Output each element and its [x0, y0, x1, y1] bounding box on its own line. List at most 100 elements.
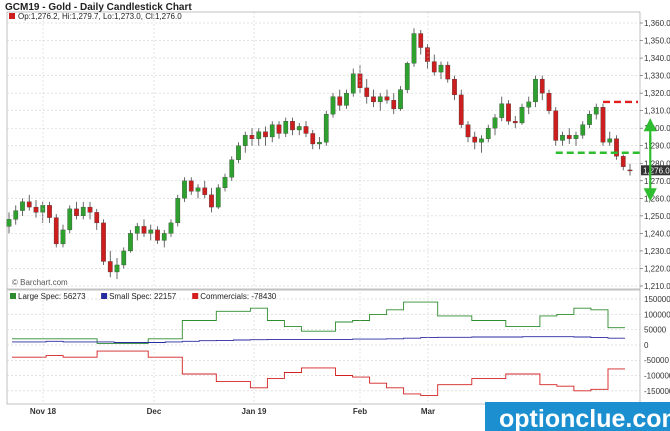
candle-body — [33, 206, 39, 213]
candle-body — [303, 126, 309, 134]
candle-body — [87, 206, 93, 213]
price-tick-label: 1,340.0 — [644, 54, 670, 63]
date-tick-label: Mar — [421, 407, 435, 416]
candle-body — [107, 261, 113, 273]
candle-body — [472, 136, 478, 143]
candle-body — [195, 187, 201, 192]
candle-body — [560, 135, 565, 141]
candle-body — [209, 194, 214, 208]
candle-body — [317, 142, 322, 145]
candle-body — [337, 96, 343, 106]
cot-legend-label: Commercials: -78430 — [200, 292, 277, 301]
price-tick-label: 1,210.0 — [644, 282, 670, 291]
candle-body — [330, 96, 336, 115]
ohlc-legend-swatch — [9, 13, 15, 19]
credit-label: © Barchart.com — [12, 278, 68, 287]
date-tick-label: Dec — [147, 407, 162, 416]
cot-tick-label: 0 — [644, 341, 649, 350]
candle-body — [485, 128, 491, 139]
candle-body — [526, 101, 532, 108]
cot-tick-label: -100000 — [644, 372, 670, 381]
cot-legend-label: Large Spec: 56273 — [18, 292, 86, 301]
candle-body — [202, 187, 208, 195]
candle-body — [13, 210, 19, 220]
candle-body — [67, 208, 73, 231]
candle-body — [627, 169, 633, 172]
candle-body — [425, 47, 430, 62]
price-tick-label: 1,300.0 — [644, 124, 670, 133]
candle-body — [553, 110, 559, 141]
candle-body — [148, 229, 154, 234]
chart-root: GCM19 - Gold - Daily Candlestick Chart 1… — [5, 2, 670, 431]
cot-legend-label: Small Spec: 22157 — [109, 292, 177, 301]
price-tick-label: 1,310.0 — [644, 107, 670, 116]
price-tick-label: 1,360.0 — [644, 19, 670, 28]
last-price-label: 1,276.0 — [643, 166, 670, 175]
cot-tick-label: -50000 — [644, 356, 669, 365]
ohlc-readout: Op:1,276.2, Hi:1,279.7, Lo:1,273.0, Cl:1… — [18, 12, 182, 21]
price-tick-label: 1,220.0 — [644, 264, 670, 273]
candle-body — [60, 229, 66, 245]
candle-body — [371, 96, 376, 103]
candle-body — [188, 180, 194, 192]
cot-legend-swatch — [10, 293, 16, 299]
price-tick-label: 1,290.0 — [644, 142, 670, 151]
candle-body — [350, 73, 356, 94]
price-tick-label: 1,230.0 — [644, 247, 670, 256]
candle-body — [404, 63, 410, 90]
candle-body — [269, 124, 275, 138]
date-tick-label: Feb — [353, 407, 367, 416]
candle-body — [249, 135, 255, 139]
candle-body — [438, 64, 444, 73]
candle-body — [323, 114, 329, 143]
candle-body — [101, 222, 106, 262]
candle-body — [263, 131, 268, 138]
candle-body — [546, 92, 552, 111]
candle-body — [114, 264, 120, 273]
candle-body — [168, 222, 174, 234]
price-panel: 1,360.0 1,350.0 1,340.0 1,330.0 1,320.0 1,310… — [6, 11, 670, 314]
price-tick-label: 1,270.0 — [644, 177, 670, 186]
date-tick-label: Jan 19 — [242, 407, 267, 416]
candle-body — [452, 78, 457, 96]
candle-body — [161, 233, 167, 241]
candle-body — [593, 107, 599, 115]
cot-legend-swatch — [101, 293, 108, 299]
candle-body — [398, 89, 403, 110]
candle-body — [26, 201, 32, 208]
watermark-text: optionclue.com — [499, 405, 670, 431]
candle-body — [94, 212, 100, 224]
price-tick-label: 1,250.0 — [644, 212, 670, 221]
candle-body — [215, 187, 221, 208]
candle-body — [458, 94, 464, 125]
price-tick-label: 1,260.0 — [644, 194, 670, 203]
candle-body — [377, 96, 383, 103]
candle-body — [6, 219, 12, 227]
candle-body — [391, 99, 397, 110]
cot-axis: 150000 100000 50000 0 -50000 -100000 -150000 — [644, 295, 670, 396]
cot-tick-label: 50000 — [644, 326, 667, 335]
candle-body — [533, 78, 538, 103]
candle-body — [492, 117, 498, 129]
candle-body — [600, 107, 606, 143]
price-tick-label: 1,240.0 — [644, 229, 670, 238]
candle-body — [587, 114, 592, 125]
candle-body — [445, 64, 451, 80]
candle-body — [465, 124, 471, 138]
candle-body — [344, 92, 349, 106]
candle-body — [47, 205, 52, 218]
candle-body — [256, 131, 262, 139]
candle-body — [134, 226, 140, 234]
candle-body — [128, 233, 133, 252]
candle-body — [290, 121, 295, 131]
candle-body — [222, 177, 228, 188]
candle-body — [141, 226, 147, 234]
candle-body — [276, 124, 282, 134]
candle-body — [155, 229, 160, 241]
price-tick-label: 1,330.0 — [644, 72, 670, 81]
candle-body — [229, 159, 235, 178]
candle-body — [620, 156, 626, 167]
candle-body — [479, 138, 484, 143]
price-axis: 1,360.0 1,350.0 1,340.0 1,330.0 1,320.0 1,310… — [640, 19, 670, 291]
candle-body — [512, 121, 518, 124]
